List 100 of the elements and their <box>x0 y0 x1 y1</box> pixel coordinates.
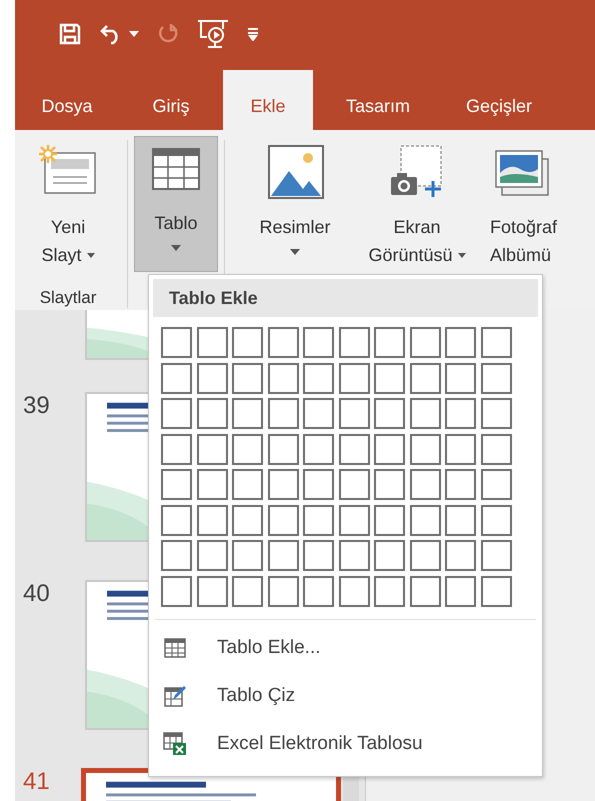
grid-cell[interactable] <box>232 327 263 358</box>
grid-cell[interactable] <box>196 540 228 571</box>
grid-cell[interactable] <box>196 362 228 394</box>
grid-cell[interactable] <box>232 469 263 500</box>
grid-cell[interactable] <box>480 362 512 394</box>
grid-cell[interactable] <box>410 504 440 536</box>
grid-cell[interactable] <box>480 504 512 536</box>
grid-cell[interactable] <box>303 469 334 500</box>
grid-cell[interactable] <box>232 434 263 464</box>
grid-cell[interactable] <box>338 540 370 571</box>
menu-item[interactable]: Tablo Çiz <box>153 672 538 720</box>
grid-cell[interactable] <box>196 327 228 358</box>
grid-cell[interactable] <box>338 398 370 429</box>
grid-cell[interactable] <box>268 327 298 358</box>
grid-cell[interactable] <box>303 504 334 536</box>
grid-cell[interactable] <box>232 398 263 429</box>
grid-cell[interactable] <box>338 469 370 500</box>
grid-cell[interactable] <box>445 504 476 536</box>
grid-cell[interactable] <box>480 327 512 358</box>
grid-cell[interactable] <box>303 540 334 571</box>
grid-cell[interactable] <box>410 576 440 606</box>
ribbon-tab[interactable]: Giriş <box>119 70 223 130</box>
grid-cell[interactable] <box>161 504 192 536</box>
grid-cell[interactable] <box>374 469 405 500</box>
grid-cell[interactable] <box>161 434 192 464</box>
grid-cell[interactable] <box>161 362 192 394</box>
grid-cell[interactable] <box>445 576 476 606</box>
ribbon-tab[interactable]: Geçişler <box>443 70 555 130</box>
grid-cell[interactable] <box>445 327 476 358</box>
ribbon-tab[interactable]: Ekle <box>223 70 313 130</box>
grid-cell[interactable] <box>232 576 263 606</box>
grid-cell[interactable] <box>196 398 228 429</box>
ribbon-tab[interactable]: Tasarım <box>313 70 443 130</box>
table-button[interactable]: Tablo <box>134 136 218 272</box>
grid-cell[interactable] <box>196 576 228 606</box>
grid-cell[interactable] <box>338 434 370 464</box>
caret-icon[interactable] <box>129 31 139 37</box>
group-label: Slaytlar <box>40 288 96 308</box>
caret-icon <box>171 245 182 251</box>
grid-cell[interactable] <box>480 576 512 606</box>
screenshot-button[interactable]: Ekran Görüntüsü <box>349 136 486 274</box>
grid-cell[interactable] <box>161 398 192 429</box>
grid-cell[interactable] <box>303 327 334 358</box>
menu-title: Tablo Ekle <box>169 288 258 308</box>
menu-item[interactable]: Excel Elektronik Tablosu <box>153 720 538 768</box>
grid-cell[interactable] <box>374 576 405 606</box>
grid-cell[interactable] <box>303 576 334 606</box>
slideshow-icon[interactable] <box>197 19 229 49</box>
grid-cell[interactable] <box>268 469 298 500</box>
grid-cell[interactable] <box>480 469 512 500</box>
grid-cell[interactable] <box>374 362 405 394</box>
grid-cell[interactable] <box>268 540 298 571</box>
grid-cell[interactable] <box>268 504 298 536</box>
grid-cell[interactable] <box>268 434 298 464</box>
grid-cell[interactable] <box>410 540 440 571</box>
grid-cell[interactable] <box>410 469 440 500</box>
grid-cell[interactable] <box>445 469 476 500</box>
grid-cell[interactable] <box>480 540 512 571</box>
grid-cell[interactable] <box>374 398 405 429</box>
grid-cell[interactable] <box>480 434 512 464</box>
grid-cell[interactable] <box>410 434 440 464</box>
new-slide-button[interactable]: Yeni Slayt <box>25 136 112 274</box>
grid-cell[interactable] <box>196 504 228 536</box>
grid-cell[interactable] <box>445 398 476 429</box>
grid-cell[interactable] <box>161 327 192 358</box>
grid-cell[interactable] <box>232 362 263 394</box>
grid-cell[interactable] <box>374 540 405 571</box>
grid-cell[interactable] <box>374 434 405 464</box>
customize-icon[interactable] <box>247 27 259 41</box>
pictures-button[interactable]: Resimler <box>241 136 350 260</box>
grid-cell[interactable] <box>268 576 298 606</box>
grid-cell[interactable] <box>303 398 334 429</box>
grid-cell[interactable] <box>161 469 192 500</box>
ribbon-tab[interactable]: Dosya <box>15 70 119 130</box>
grid-cell[interactable] <box>268 362 298 394</box>
grid-cell[interactable] <box>232 540 263 571</box>
grid-cell[interactable] <box>338 504 370 536</box>
grid-cell[interactable] <box>338 327 370 358</box>
grid-cell[interactable] <box>445 540 476 571</box>
grid-cell[interactable] <box>232 504 263 536</box>
album-button[interactable]: Fotoğraf Albümü <box>485 136 595 274</box>
grid-cell[interactable] <box>303 434 334 464</box>
grid-cell[interactable] <box>161 540 192 571</box>
menu-item[interactable]: Tablo Ekle... <box>153 624 538 672</box>
grid-cell[interactable] <box>410 362 440 394</box>
grid-cell[interactable] <box>268 398 298 429</box>
grid-cell[interactable] <box>480 398 512 429</box>
grid-cell[interactable] <box>196 469 228 500</box>
grid-cell[interactable] <box>196 434 228 464</box>
grid-cell[interactable] <box>445 362 476 394</box>
grid-cell[interactable] <box>338 362 370 394</box>
grid-cell[interactable] <box>338 576 370 606</box>
grid-cell[interactable] <box>161 576 192 606</box>
grid-cell[interactable] <box>445 434 476 464</box>
grid-cell[interactable] <box>374 327 405 358</box>
grid-cell[interactable] <box>410 398 440 429</box>
save-icon[interactable] <box>59 23 81 45</box>
grid-cell[interactable] <box>374 504 405 536</box>
grid-cell[interactable] <box>410 327 440 358</box>
grid-cell[interactable] <box>303 362 334 394</box>
